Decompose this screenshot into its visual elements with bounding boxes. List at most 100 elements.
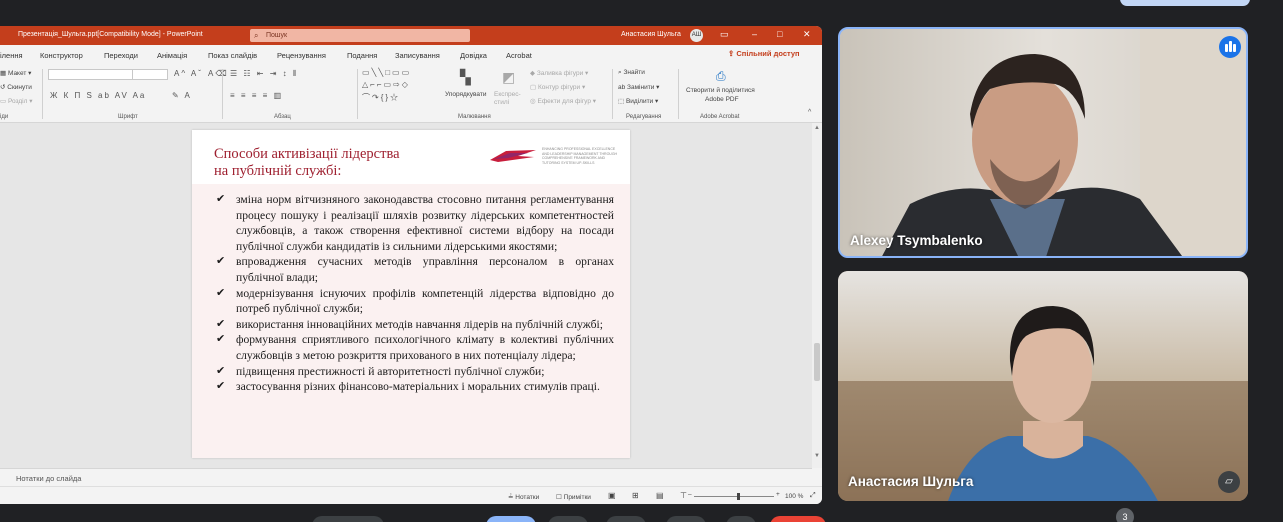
list-icons[interactable]: ☰ ☷ ⇤ ⇥ ↕ ⫴ bbox=[230, 69, 298, 79]
reset-label: Скинути bbox=[7, 84, 32, 91]
tab-acrobat[interactable]: Acrobat bbox=[506, 51, 532, 60]
participant-name: Alexey Tsymbalenko bbox=[850, 233, 983, 248]
bullet-text: впровадження сучасних методів управління… bbox=[236, 255, 614, 284]
font-size-select[interactable] bbox=[132, 69, 168, 80]
file-title: Презентація_Шульга.ppt[Compatibility Mod… bbox=[18, 31, 203, 38]
slide-sorter-icon[interactable]: ⊞ bbox=[632, 491, 639, 500]
reset-button[interactable]: ↺ Скинути bbox=[0, 83, 32, 91]
scroll-down-icon[interactable]: ▼ bbox=[814, 453, 820, 459]
share-button[interactable]: ⇪ Спільний доступ bbox=[728, 49, 800, 58]
meeting-screen: Презентація_Шульга.ppt[Compatibility Mod… bbox=[0, 0, 1283, 522]
list-item: ✔ впровадження сучасних методів управлінн… bbox=[214, 254, 614, 285]
shape-effects-button[interactable]: ◎ Ефекти для фігур ▾ bbox=[530, 97, 596, 105]
layout-label: Макет bbox=[7, 70, 27, 77]
normal-view-icon[interactable]: ▣ bbox=[608, 491, 616, 500]
replace-button[interactable]: ab Замінити ▾ bbox=[618, 83, 659, 91]
list-item: ✔ зміна норм вітчизняного законодавства с… bbox=[214, 192, 614, 254]
group-drawing-label: Малювання bbox=[458, 114, 491, 120]
shapes-gallery-icon[interactable]: ▭╲╲□▭▭ bbox=[362, 68, 411, 77]
collapse-ribbon-icon[interactable]: ^ bbox=[808, 109, 813, 116]
search-input[interactable]: ⌕ Пошук bbox=[250, 29, 470, 42]
font-size-buttons-icon[interactable]: A^ Aˇ bbox=[174, 69, 203, 78]
font-style-icons[interactable]: Ж К П S ab AV Aa bbox=[50, 91, 146, 100]
current-slide[interactable]: Способи активізації лідерства на публічн… bbox=[192, 130, 630, 458]
zoom-slider-thumb[interactable] bbox=[737, 493, 740, 500]
pin-icon[interactable]: ▱ bbox=[1218, 471, 1240, 493]
divider bbox=[357, 69, 358, 119]
tab-animations[interactable]: Анімація bbox=[157, 51, 187, 60]
search-placeholder: Пошук bbox=[266, 32, 288, 39]
leave-call-button[interactable] bbox=[770, 516, 826, 522]
ribbon-tabs: ілення Конструктор Переходи Анімація Пок… bbox=[0, 45, 822, 65]
find-button[interactable]: ⌕ Знайти bbox=[618, 69, 645, 77]
vertical-scrollbar[interactable]: ▲ ▼ bbox=[812, 123, 822, 468]
control-button[interactable] bbox=[486, 516, 536, 522]
group-editing-label: Редагування bbox=[626, 114, 662, 120]
zoom-in-icon[interactable]: + bbox=[776, 491, 780, 498]
shape-outline-button[interactable]: ▢ Контур фігури ▾ bbox=[530, 83, 585, 91]
list-item: ✔ використання інноваційних методів навча… bbox=[214, 317, 614, 333]
ribbon-display-icon[interactable]: ▭ bbox=[720, 29, 729, 40]
tab-review[interactable]: Рецензування bbox=[277, 51, 326, 60]
control-button[interactable] bbox=[606, 516, 646, 522]
participant-count-badge[interactable]: 3 bbox=[1116, 508, 1134, 522]
font-color-icon[interactable]: ✎ A bbox=[172, 91, 192, 100]
arrange-icon[interactable]: ▚ bbox=[460, 69, 473, 86]
zoom-level[interactable]: 100 % bbox=[785, 493, 803, 500]
maximize-icon[interactable]: □ bbox=[777, 29, 782, 39]
control-button[interactable] bbox=[726, 516, 756, 522]
align-icons[interactable]: ≡ ≡ ≡ ≡ ▥ bbox=[230, 91, 283, 100]
notes-toggle-button[interactable]: ≟ Нотатки bbox=[508, 493, 539, 501]
tab-help[interactable]: Довідка bbox=[460, 51, 487, 60]
shapes-gallery-icon-3[interactable]: ⌒↷{}☆ bbox=[362, 92, 400, 103]
quick-styles-button[interactable]: Експрес-стилі bbox=[494, 91, 524, 107]
tab-slideshow[interactable]: Показ слайдів bbox=[208, 51, 257, 60]
participant-video bbox=[838, 271, 1248, 501]
control-button[interactable] bbox=[548, 516, 588, 522]
tab-home[interactable]: ілення bbox=[0, 51, 23, 60]
zoom-out-icon[interactable]: – bbox=[688, 491, 692, 498]
tab-design[interactable]: Конструктор bbox=[40, 51, 83, 60]
divider bbox=[678, 69, 679, 119]
speaking-indicator-icon bbox=[1219, 36, 1241, 58]
clear-format-icon[interactable]: A⌫ bbox=[208, 69, 229, 78]
powerpoint-window: Презентація_Шульга.ppt[Compatibility Mod… bbox=[0, 26, 822, 504]
participant-tile[interactable]: Анастасия Шульга ▱ bbox=[838, 271, 1248, 501]
section-button[interactable]: ▭ Розділ ▾ bbox=[0, 97, 33, 105]
top-toolbar-pill[interactable] bbox=[1120, 0, 1250, 6]
reading-view-icon[interactable]: ▤ bbox=[656, 491, 664, 500]
minimize-icon[interactable]: – bbox=[752, 29, 757, 39]
user-name: Анастасия Шульга bbox=[621, 31, 681, 38]
adobe-pdf-icon[interactable]: ⎙ bbox=[716, 69, 728, 84]
zoom-slider[interactable] bbox=[694, 496, 774, 497]
participant-tile[interactable]: Alexey Tsymbalenko bbox=[838, 27, 1248, 258]
comments-button[interactable]: ☐ Примітки bbox=[556, 493, 591, 501]
shapes-gallery-icon-2[interactable]: △⌐⌐▭⇨◇ bbox=[362, 80, 410, 89]
slideshow-icon[interactable]: ⊤ bbox=[680, 491, 687, 500]
fit-slide-icon[interactable]: ⤢ bbox=[810, 492, 816, 500]
select-button[interactable]: ⬚ Виділити ▾ bbox=[618, 97, 658, 105]
bullet-list: ✔ зміна норм вітчизняного законодавства с… bbox=[214, 192, 614, 395]
notes-pane[interactable]: Нотатки до слайда bbox=[0, 468, 812, 486]
bullet-text: зміна норм вітчизняного законодавства ст… bbox=[236, 193, 614, 253]
tab-transitions[interactable]: Переходи bbox=[104, 51, 138, 60]
quick-styles-icon[interactable]: ◩ bbox=[502, 69, 517, 86]
control-button[interactable] bbox=[666, 516, 706, 522]
create-pdf-line2[interactable]: Adobe PDF bbox=[705, 96, 739, 103]
bullet-text: підвищення престижності й авторитетності… bbox=[236, 364, 545, 378]
create-pdf-line1[interactable]: Створити й поділитися bbox=[686, 87, 755, 94]
bullet-text: використання інноваційних методів навчан… bbox=[236, 317, 603, 331]
shape-fill-button[interactable]: ◆ Заливка фігури ▾ bbox=[530, 69, 588, 77]
avatar[interactable]: АШ bbox=[690, 29, 703, 42]
select-label: Виділити bbox=[625, 98, 654, 105]
scrollbar-thumb[interactable] bbox=[814, 343, 820, 381]
layout-button[interactable]: ▦ Макет ▾ bbox=[0, 69, 31, 77]
close-icon[interactable]: ✕ bbox=[803, 29, 811, 40]
arrange-button[interactable]: Упорядкувати bbox=[445, 91, 486, 98]
tab-view[interactable]: Подання bbox=[347, 51, 377, 60]
control-button[interactable] bbox=[312, 516, 384, 522]
tab-recording[interactable]: Записування bbox=[395, 51, 440, 60]
checkmark-icon: ✔ bbox=[216, 380, 226, 393]
group-font-label: Шрифт bbox=[118, 114, 138, 120]
scroll-up-icon[interactable]: ▲ bbox=[814, 125, 820, 131]
